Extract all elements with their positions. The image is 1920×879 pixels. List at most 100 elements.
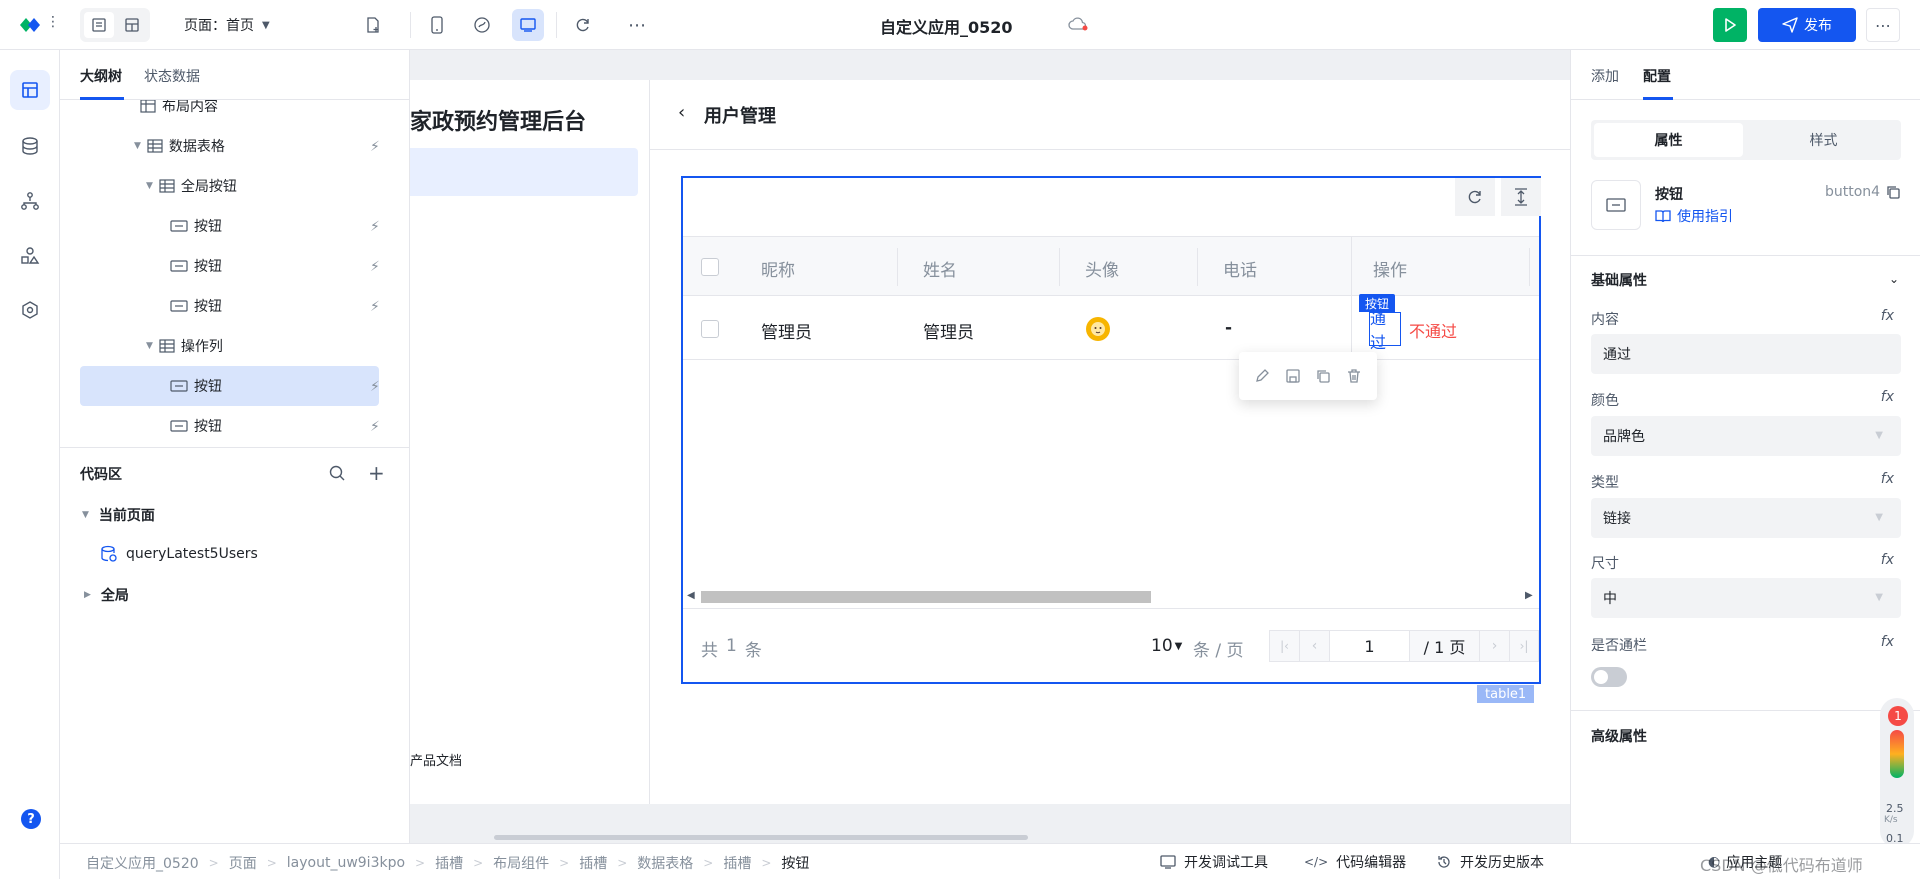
sub-tab-styles[interactable]: 样式 xyxy=(1749,123,1898,157)
approve-button[interactable]: 通过 xyxy=(1369,309,1401,352)
mobile-preview-icon[interactable] xyxy=(424,12,450,38)
guide-link[interactable]: 使用指引 xyxy=(1655,206,1733,226)
fx-icon[interactable]: fx xyxy=(1881,552,1894,568)
prev-page-icon[interactable]: ‹ xyxy=(1300,631,1330,661)
size-select[interactable]: 中 ▼ xyxy=(1591,578,1901,618)
content-input[interactable]: 通过 xyxy=(1591,334,1901,374)
breadcrumb-item[interactable]: 自定义应用_0520 xyxy=(86,853,199,873)
row-checkbox[interactable] xyxy=(701,320,719,338)
breadcrumb-item[interactable]: 插槽 xyxy=(435,853,463,873)
edit-icon[interactable] xyxy=(1254,368,1270,384)
settings-hexagon-icon[interactable] xyxy=(10,290,50,330)
search-icon[interactable] xyxy=(328,464,346,482)
outline-panel-icon[interactable] xyxy=(10,70,50,110)
type-select[interactable]: 链接 ▼ xyxy=(1591,498,1901,538)
color-select[interactable]: 品牌色 ▼ xyxy=(1591,416,1901,456)
history-button[interactable]: 开发历史版本 xyxy=(1436,852,1544,872)
delete-icon[interactable] xyxy=(1346,368,1362,384)
fx-icon[interactable]: fx xyxy=(1881,308,1894,324)
tree-node-button[interactable]: 按钮 ⚡ xyxy=(170,286,409,326)
breadcrumb-item[interactable]: 布局组件 xyxy=(493,853,549,873)
tree-node-button[interactable]: 按钮 ⚡ xyxy=(170,246,409,286)
column-header-nickname[interactable]: 昵称 xyxy=(761,256,795,281)
tree-node-button-selected[interactable]: 按钮 ⚡ xyxy=(170,366,409,406)
bolt-icon[interactable]: ⚡ xyxy=(370,139,384,155)
publish-button[interactable]: 发布 xyxy=(1758,8,1856,42)
breadcrumb-item[interactable]: 插槽 xyxy=(579,853,607,873)
outline-view-icon[interactable] xyxy=(84,12,114,38)
bolt-icon[interactable]: ⚡ xyxy=(370,219,409,235)
debug-tool-button[interactable]: 开发调试工具 xyxy=(1160,852,1268,872)
tab-outline-tree[interactable]: 大纲树 xyxy=(80,66,122,86)
workflow-icon[interactable] xyxy=(10,181,50,221)
back-arrow-icon[interactable]: ‹ xyxy=(678,102,685,123)
tree-node-button[interactable]: 按钮 ⚡ xyxy=(170,406,409,446)
reject-button[interactable]: 不通过 xyxy=(1409,318,1457,342)
tree-node-button[interactable]: 按钮 ⚡ xyxy=(170,206,409,246)
components-icon[interactable] xyxy=(10,236,50,276)
fx-icon[interactable]: fx xyxy=(1881,471,1894,487)
add-icon[interactable]: + xyxy=(368,461,385,485)
help-icon[interactable]: ? xyxy=(21,809,41,829)
breadcrumb-item[interactable]: 页面 xyxy=(229,853,257,873)
tree-global[interactable]: ▶ 全局 xyxy=(84,585,129,605)
miniprogram-preview-icon[interactable] xyxy=(469,12,495,38)
table-density-button[interactable] xyxy=(1501,178,1541,216)
database-icon[interactable] xyxy=(10,126,50,166)
tree-node-layout-content[interactable]: 布局内容 xyxy=(140,100,409,126)
bolt-icon[interactable]: ⚡ xyxy=(370,379,409,395)
first-page-icon[interactable]: |‹ xyxy=(1270,631,1300,661)
page-selector[interactable]: 页面：首页 ▼ xyxy=(184,15,270,35)
bolt-icon[interactable]: ⚡ xyxy=(370,259,409,275)
breadcrumb-item[interactable]: 数据表格 xyxy=(637,853,693,873)
breadcrumb-item-current[interactable]: 按钮 xyxy=(781,853,809,873)
fx-icon[interactable]: fx xyxy=(1881,389,1894,405)
tree-node-data-table[interactable]: ▼ 数据表格 ⚡ xyxy=(134,126,409,166)
scrollbar-thumb[interactable] xyxy=(701,591,1151,603)
collapse-chevron-icon[interactable]: ⌄ xyxy=(1889,272,1899,286)
copy-id-icon[interactable] xyxy=(1885,184,1901,200)
desktop-preview-icon[interactable] xyxy=(512,9,544,41)
app-logo[interactable] xyxy=(18,14,44,36)
code-editor-button[interactable]: </> 代码编辑器 xyxy=(1304,852,1406,872)
bolt-icon[interactable]: ⚡ xyxy=(370,419,409,435)
layout-view-icon[interactable] xyxy=(117,12,147,38)
column-header-avatar[interactable]: 头像 xyxy=(1085,256,1119,281)
tab-add[interactable]: 添加 xyxy=(1591,66,1619,86)
scroll-left-icon[interactable]: ◀ xyxy=(687,590,695,601)
breadcrumb-item[interactable]: layout_uw9i3kpo xyxy=(287,855,405,871)
app-switch-dots-icon[interactable]: ⋮ xyxy=(46,14,60,30)
network-speed-widget[interactable]: 1 2.5 K/s 0.1 xyxy=(1880,698,1914,848)
page-size-select[interactable]: 10 ▼ xyxy=(1151,636,1182,656)
scroll-right-icon[interactable]: ▶ xyxy=(1525,590,1533,601)
bolt-icon[interactable]: ⚡ xyxy=(370,299,409,315)
column-header-phone[interactable]: 电话 xyxy=(1223,256,1257,281)
horizontal-scrollbar[interactable]: ◀ ▶ xyxy=(683,588,1539,604)
doc-link[interactable]: 产品文档 xyxy=(410,750,462,769)
last-page-icon[interactable]: ›| xyxy=(1510,631,1538,661)
data-table[interactable]: 昵称 姓名 头像 电话 操作 管理员 管理员 - 按钮 通过 不通过 ◀ ▶ 共… xyxy=(681,176,1541,684)
next-page-icon[interactable]: › xyxy=(1480,631,1510,661)
save-icon[interactable] xyxy=(1285,368,1301,384)
canvas-scrollbar-thumb[interactable] xyxy=(494,835,1028,840)
column-header-actions[interactable]: 操作 xyxy=(1373,256,1407,281)
full-width-toggle[interactable] xyxy=(1591,667,1627,687)
more-menu-button[interactable]: ⋯ xyxy=(1866,8,1900,42)
breadcrumb-item[interactable]: 插槽 xyxy=(723,853,751,873)
page-input[interactable]: 1 xyxy=(1330,631,1410,661)
add-page-icon[interactable] xyxy=(360,12,386,38)
tab-state-data[interactable]: 状态数据 xyxy=(144,66,200,86)
query-item[interactable]: queryLatest5Users xyxy=(100,545,258,563)
table-refresh-button[interactable] xyxy=(1455,178,1495,216)
tab-config[interactable]: 配置 xyxy=(1643,66,1671,86)
sidebar-active-item[interactable] xyxy=(410,148,638,196)
more-icon[interactable]: ⋯ xyxy=(624,12,650,38)
tree-current-page[interactable]: ▼ 当前页面 xyxy=(82,505,155,525)
tree-node-action-column[interactable]: ▼ 操作列 xyxy=(146,326,409,366)
refresh-icon[interactable] xyxy=(570,12,596,38)
column-header-name[interactable]: 姓名 xyxy=(923,256,957,281)
fx-icon[interactable]: fx xyxy=(1881,634,1894,650)
sub-tab-properties[interactable]: 属性 xyxy=(1594,123,1743,157)
run-preview-button[interactable] xyxy=(1713,8,1747,42)
copy-icon[interactable] xyxy=(1315,368,1331,384)
